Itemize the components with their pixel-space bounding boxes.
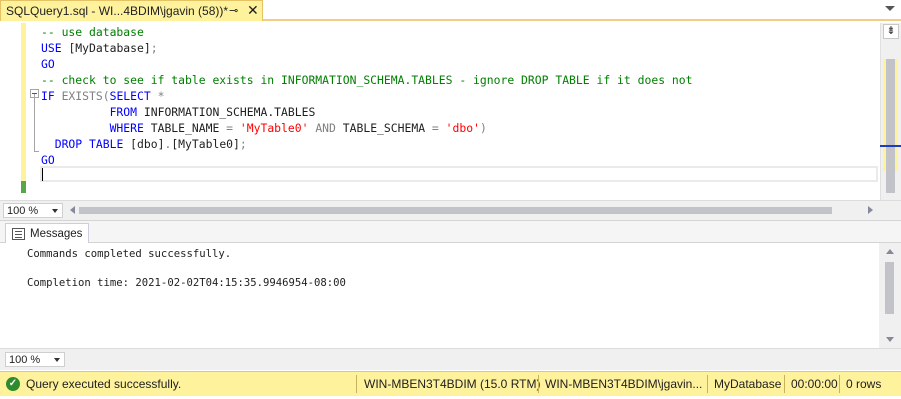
text-caret: [42, 168, 43, 181]
sql-code[interactable]: -- use database USE [MyDatabase]; GO -- che…: [41, 24, 693, 184]
code-line[interactable]: DROP TABLE [dbo].[MyTable0];: [41, 136, 693, 152]
saved-change-margin: [21, 181, 26, 193]
code-token: *: [157, 89, 165, 103]
code-line[interactable]: IF EXISTS(SELECT *: [41, 88, 693, 104]
status-bar: ✓ Query executed successfully. WIN-MBEN3…: [0, 371, 901, 396]
results-zoom-value: 100 %: [9, 353, 41, 366]
status-row-count: 0 rows: [846, 377, 882, 391]
code-token: [MyDatabase]: [68, 41, 151, 55]
status-divider: [538, 375, 539, 393]
fold-guide-end: [34, 151, 39, 152]
message-line: Completion time: 2021-02-02T04:15:35.994…: [27, 277, 346, 289]
query-document-tab[interactable]: SQLQuery1.sql - WI...4BDIM\jgavin (58))*…: [0, 0, 263, 21]
code-token: DROP TABLE: [54, 137, 131, 151]
tab-list-dropdown-icon[interactable]: [885, 6, 895, 11]
code-token: WHERE: [109, 121, 151, 135]
code-line[interactable]: -- use database: [41, 24, 693, 40]
status-user: WIN-MBEN3T4BDIM\jgavin...: [545, 377, 703, 391]
code-line[interactable]: [41, 168, 693, 184]
editor-vertical-scroll-thumb[interactable]: [886, 59, 895, 193]
message-line: Commands completed successfully.: [27, 248, 232, 260]
code-line[interactable]: USE [MyDatabase];: [41, 40, 693, 56]
status-server: WIN-MBEN3T4BDIM (15.0 RTM): [364, 377, 541, 391]
editor-horizontal-scroll-thumb[interactable]: [79, 207, 832, 214]
status-message: Query executed successfully.: [26, 377, 182, 391]
messages-icon: [12, 228, 25, 240]
sql-editor[interactable]: -- use database USE [MyDatabase]; GO -- che…: [0, 23, 901, 200]
code-token: SELECT: [109, 89, 158, 103]
editor-zoom-value: 100 %: [7, 204, 39, 217]
code-token: TABLE_SCHEMA: [342, 121, 432, 135]
code-token: [dbo]: [130, 137, 165, 151]
messages-vertical-scrollbar[interactable]: [879, 243, 901, 348]
query-tab-title: SQLQuery1.sql - WI...4BDIM\jgavin (58))*: [6, 4, 229, 18]
code-token: TABLE_NAME: [150, 121, 227, 135]
status-elapsed-time: 00:00:00: [791, 377, 838, 391]
code-token: -- check to see if table exists in INFOR…: [41, 73, 693, 87]
scroll-right-icon[interactable]: [868, 206, 873, 214]
code-token: 'dbo': [445, 121, 480, 135]
fold-guide: [34, 94, 35, 152]
code-token: =: [431, 121, 446, 135]
change-tracking-margin: [21, 23, 26, 181]
tab-messages[interactable]: Messages: [5, 223, 89, 244]
scroll-left-icon[interactable]: [70, 206, 75, 214]
code-token: GO: [41, 57, 55, 71]
editor-horizontal-bar: 100 %: [0, 200, 901, 220]
code-token: ): [479, 121, 487, 135]
document-tab-bar: SQLQuery1.sql - WI...4BDIM\jgavin (58))*…: [0, 0, 901, 21]
results-horizontal-bar: 100 %: [0, 348, 901, 370]
code-token: USE: [41, 41, 69, 55]
scroll-down-icon[interactable]: [886, 337, 894, 342]
code-token: FROM: [109, 105, 144, 119]
messages-tab-label: Messages: [30, 228, 83, 240]
code-token: GO: [41, 153, 55, 167]
split-window-button[interactable]: ⇟: [883, 24, 899, 39]
results-zoom-select[interactable]: 100 %: [5, 352, 65, 367]
code-token: EXISTS(: [61, 89, 110, 103]
close-icon[interactable]: ✕: [247, 2, 259, 19]
code-token: AND: [315, 121, 343, 135]
status-divider: [707, 375, 708, 393]
status-divider: [784, 375, 785, 393]
code-line[interactable]: GO: [41, 56, 693, 72]
editor-zoom-select[interactable]: 100 %: [3, 203, 63, 218]
status-divider: [356, 375, 357, 393]
pin-icon[interactable]: ⊸: [229, 4, 238, 17]
code-line[interactable]: GO: [41, 152, 693, 168]
code-token: IF: [41, 89, 62, 103]
results-tab-strip: Messages: [0, 220, 901, 244]
success-check-icon: ✓: [6, 377, 20, 391]
chevron-down-icon: [52, 209, 58, 213]
status-divider: [839, 375, 840, 393]
code-token: ;: [239, 137, 247, 151]
code-token: 'MyTable0': [239, 121, 316, 135]
chevron-down-icon: [54, 358, 60, 362]
code-line[interactable]: -- check to see if table exists in INFOR…: [41, 72, 693, 88]
code-token: INFORMATION_SCHEMA.TABLES: [143, 105, 316, 119]
messages-pane[interactable]: Commands completed successfully. Complet…: [0, 243, 879, 348]
scroll-up-icon[interactable]: [886, 249, 894, 254]
code-token: ;: [150, 41, 158, 55]
messages-scroll-thumb[interactable]: [885, 262, 894, 314]
status-database: MyDatabase: [714, 377, 782, 391]
code-token: [MyTable0]: [171, 137, 240, 151]
code-line[interactable]: WHERE TABLE_NAME = 'MyTable0' AND TABLE_…: [41, 120, 693, 136]
code-token: -- use database: [41, 25, 144, 39]
code-token: =: [226, 121, 240, 135]
caret-position-marker: [880, 145, 901, 147]
code-line[interactable]: FROM INFORMATION_SCHEMA.TABLES: [41, 104, 693, 120]
